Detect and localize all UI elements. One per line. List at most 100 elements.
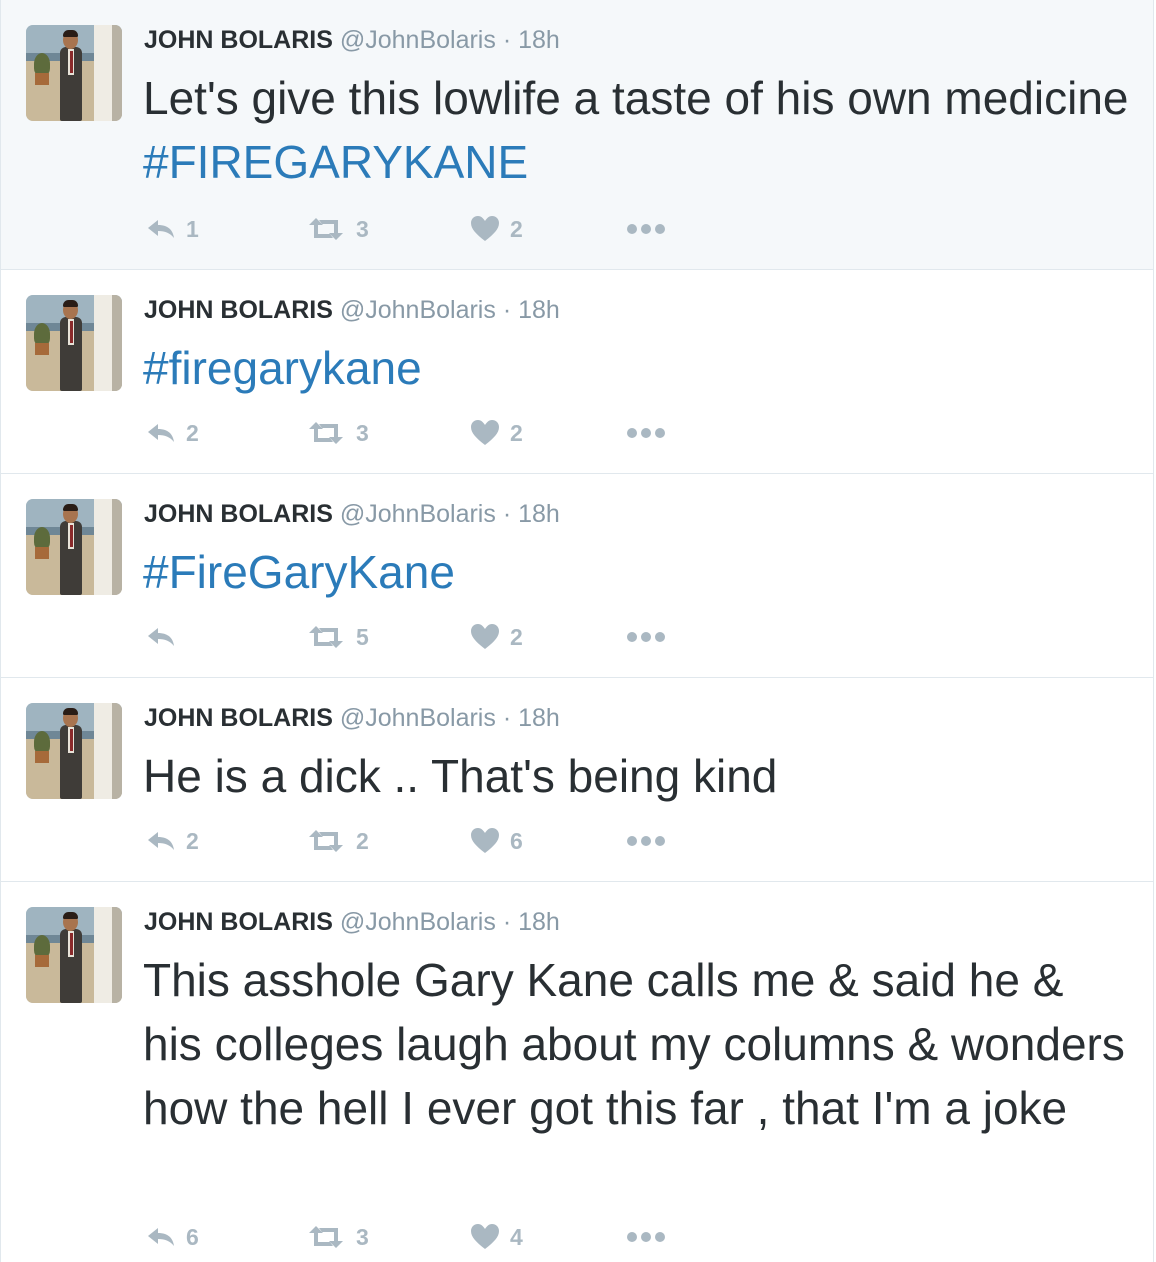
tweet-actions: 2 2 6: [146, 825, 686, 857]
tweet-text: #firegarykane: [143, 336, 1133, 400]
like-count: 2: [510, 215, 523, 242]
timestamp[interactable]: 18h: [518, 296, 560, 324]
reply-count: 6: [186, 1223, 199, 1250]
tweet-actions: 5 2: [146, 621, 686, 653]
author-name[interactable]: JOHN BOLARIS: [144, 296, 333, 324]
reply-button[interactable]: [146, 621, 186, 653]
tweet-timeline: JOHN BOLARIS @JohnBolaris · 18h Let's gi…: [0, 0, 1156, 1262]
author-name[interactable]: JOHN BOLARIS: [144, 26, 333, 54]
more-options-button[interactable]: [626, 825, 666, 857]
reply-count: 2: [186, 419, 199, 446]
separator: ·: [502, 500, 512, 528]
tweet-actions: 2 3 2: [146, 417, 686, 449]
like-count: 2: [510, 623, 523, 650]
retweet-count: 3: [356, 419, 369, 446]
timestamp[interactable]: 18h: [518, 704, 560, 732]
heart-icon: [470, 1223, 500, 1251]
retweet-icon: [306, 421, 346, 445]
reply-icon: [146, 829, 176, 853]
like-button[interactable]: 4: [470, 1221, 523, 1253]
retweet-button[interactable]: 5: [306, 621, 369, 653]
tweet[interactable]: JOHN BOLARIS @JohnBolaris · 18h #firegar…: [0, 270, 1154, 474]
tweet-header: JOHN BOLARIS @JohnBolaris · 18h: [144, 24, 560, 56]
author-handle[interactable]: @JohnBolaris: [340, 908, 496, 936]
more-options-button[interactable]: [626, 417, 666, 449]
author-handle[interactable]: @JohnBolaris: [340, 704, 496, 732]
more-dots-icon: [626, 427, 666, 439]
tweet-actions: 1 3 2: [146, 213, 686, 245]
tweet[interactable]: JOHN BOLARIS @JohnBolaris · 18h This ass…: [0, 882, 1154, 1262]
heart-icon: [470, 215, 500, 243]
author-handle[interactable]: @JohnBolaris: [340, 500, 496, 528]
reply-count: 2: [186, 827, 199, 854]
retweet-icon: [306, 829, 346, 853]
retweet-count: 5: [356, 623, 369, 650]
like-button[interactable]: 2: [470, 621, 523, 653]
tweet-text-body: He is a dick .. That's being kind: [143, 750, 778, 802]
timestamp[interactable]: 18h: [518, 500, 560, 528]
like-count: 2: [510, 419, 523, 446]
retweet-icon: [306, 1225, 346, 1249]
more-dots-icon: [626, 1231, 666, 1243]
reply-button[interactable]: 1: [146, 213, 199, 245]
avatar[interactable]: [26, 907, 122, 1003]
hashtag-link[interactable]: #firegarykane: [143, 342, 422, 394]
avatar[interactable]: [26, 499, 122, 595]
tweet[interactable]: JOHN BOLARIS @JohnBolaris · 18h He is a …: [0, 678, 1154, 882]
tweet-text: This asshole Gary Kane calls me & said h…: [143, 948, 1133, 1140]
timestamp[interactable]: 18h: [518, 26, 560, 54]
hashtag-link[interactable]: #FIREGARYKANE: [143, 136, 528, 188]
tweet-text-body: This asshole Gary Kane calls me & said h…: [143, 954, 1125, 1134]
separator: ·: [502, 908, 512, 936]
reply-icon: [146, 217, 176, 241]
tweet-header: JOHN BOLARIS @JohnBolaris · 18h: [144, 906, 560, 938]
reply-button[interactable]: 2: [146, 825, 199, 857]
reply-button[interactable]: 2: [146, 417, 199, 449]
like-button[interactable]: 2: [470, 213, 523, 245]
tweet-header: JOHN BOLARIS @JohnBolaris · 18h: [144, 702, 560, 734]
tweet-actions: 6 3 4: [146, 1221, 686, 1253]
avatar[interactable]: [26, 25, 122, 121]
author-handle[interactable]: @JohnBolaris: [340, 26, 496, 54]
retweet-icon: [306, 625, 346, 649]
tweet[interactable]: JOHN BOLARIS @JohnBolaris · 18h Let's gi…: [0, 0, 1154, 270]
retweet-button[interactable]: 3: [306, 1221, 369, 1253]
tweet-text-body: Let's give this lowlife a taste of his o…: [143, 72, 1129, 124]
tweet-text: #FireGaryKane: [143, 540, 1133, 604]
separator: ·: [502, 296, 512, 324]
more-dots-icon: [626, 631, 666, 643]
tweet-text: Let's give this lowlife a taste of his o…: [143, 66, 1133, 194]
tweet[interactable]: JOHN BOLARIS @JohnBolaris · 18h #FireGar…: [0, 474, 1154, 678]
tweet-header: JOHN BOLARIS @JohnBolaris · 18h: [144, 294, 560, 326]
retweet-button[interactable]: 2: [306, 825, 369, 857]
reply-count: 1: [186, 215, 199, 242]
like-count: 4: [510, 1223, 523, 1250]
like-count: 6: [510, 827, 523, 854]
reply-button[interactable]: 6: [146, 1221, 199, 1253]
timestamp[interactable]: 18h: [518, 908, 560, 936]
retweet-icon: [306, 217, 346, 241]
more-options-button[interactable]: [626, 621, 666, 653]
tweet-header: JOHN BOLARIS @JohnBolaris · 18h: [144, 498, 560, 530]
more-dots-icon: [626, 835, 666, 847]
author-name[interactable]: JOHN BOLARIS: [144, 908, 333, 936]
more-options-button[interactable]: [626, 213, 666, 245]
avatar[interactable]: [26, 295, 122, 391]
author-name[interactable]: JOHN BOLARIS: [144, 704, 333, 732]
retweet-button[interactable]: 3: [306, 213, 369, 245]
more-options-button[interactable]: [626, 1221, 666, 1253]
retweet-button[interactable]: 3: [306, 417, 369, 449]
more-dots-icon: [626, 223, 666, 235]
avatar[interactable]: [26, 703, 122, 799]
hashtag-link[interactable]: #FireGaryKane: [143, 546, 455, 598]
like-button[interactable]: 2: [470, 417, 523, 449]
retweet-count: 3: [356, 215, 369, 242]
author-handle[interactable]: @JohnBolaris: [340, 296, 496, 324]
retweet-count: 3: [356, 1223, 369, 1250]
separator: ·: [502, 704, 512, 732]
reply-icon: [146, 421, 176, 445]
retweet-count: 2: [356, 827, 369, 854]
like-button[interactable]: 6: [470, 825, 523, 857]
author-name[interactable]: JOHN BOLARIS: [144, 500, 333, 528]
reply-icon: [146, 1225, 176, 1249]
